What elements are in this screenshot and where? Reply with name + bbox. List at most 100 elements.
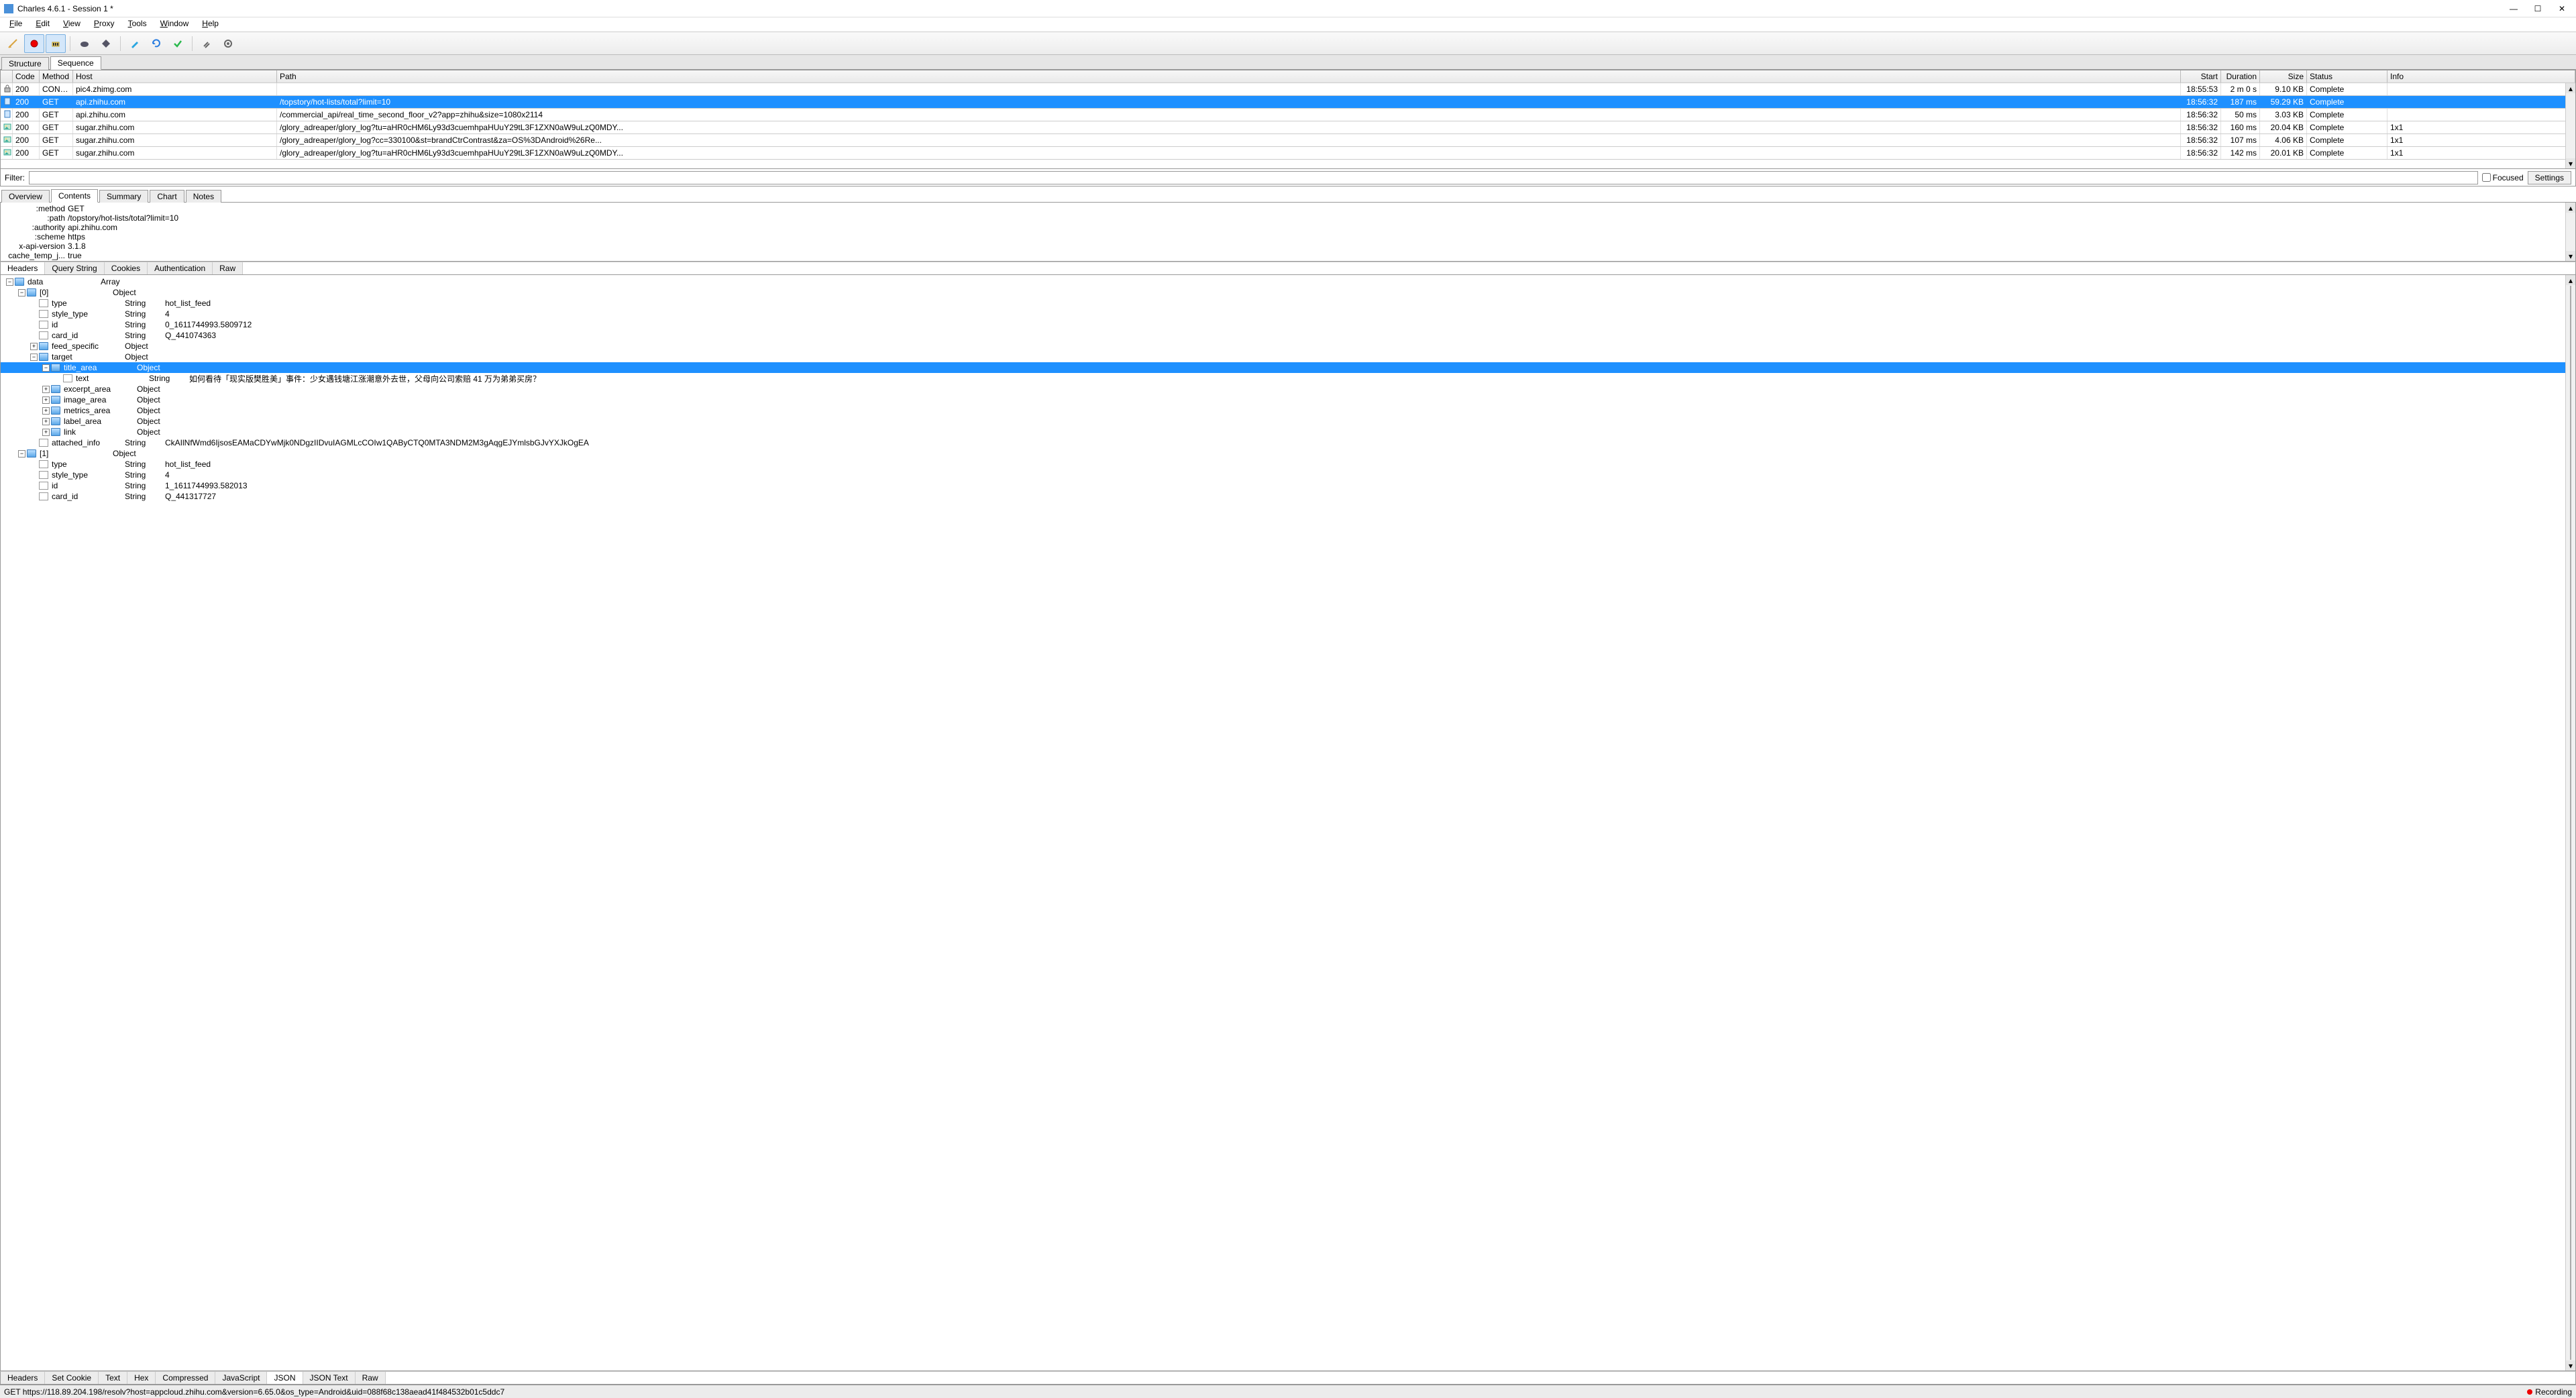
detail-tab-notes[interactable]: Notes	[186, 190, 221, 203]
focused-checkbox-label[interactable]: Focused	[2482, 173, 2524, 182]
table-row[interactable]: 200GETsugar.zhihu.com/glory_adreaper/glo…	[1, 121, 2575, 134]
expand-toggle[interactable]: +	[30, 343, 38, 350]
expand-toggle[interactable]: +	[42, 418, 50, 425]
expand-toggle[interactable]: +	[42, 429, 50, 436]
tree-node[interactable]: +metrics_areaObject	[1, 405, 2575, 416]
subtab-query-string[interactable]: Query String	[45, 262, 104, 274]
record-button[interactable]	[24, 34, 44, 53]
pen-icon[interactable]	[125, 34, 145, 53]
tree-node[interactable]: typeStringhot_list_feed	[1, 459, 2575, 470]
col-method[interactable]: Method	[40, 70, 73, 83]
headers-scrollbar[interactable]: ▴ ▾	[2565, 203, 2575, 261]
expand-toggle[interactable]: +	[42, 407, 50, 415]
detail-tab-chart[interactable]: Chart	[150, 190, 184, 203]
body-subtab-compressed[interactable]: Compressed	[156, 1372, 215, 1384]
detail-tab-overview[interactable]: Overview	[1, 190, 50, 203]
scroll-up-icon[interactable]: ▴	[2566, 203, 2575, 213]
settings-icon[interactable]	[218, 34, 238, 53]
tree-node[interactable]: style_typeString4	[1, 309, 2575, 319]
tools-icon[interactable]	[197, 34, 217, 53]
tree-node[interactable]: idString0_1611744993.5809712	[1, 319, 2575, 330]
tree-node[interactable]: +linkObject	[1, 427, 2575, 437]
tree-node[interactable]: −dataArray	[1, 276, 2575, 287]
body-subtab-json-text[interactable]: JSON Text	[303, 1372, 356, 1384]
table-row[interactable]: 200CONNECTpic4.zhimg.com18:55:532 m 0 s9…	[1, 83, 2575, 96]
breakpoints-icon[interactable]	[96, 34, 116, 53]
expand-toggle[interactable]: +	[42, 386, 50, 393]
tree-node[interactable]: +feed_specificObject	[1, 341, 2575, 352]
table-scrollbar[interactable]: ▴ ▾	[2565, 83, 2575, 168]
col-start[interactable]: Start	[2181, 70, 2221, 83]
body-subtab-javascript[interactable]: JavaScript	[215, 1372, 267, 1384]
tree-node[interactable]: +label_areaObject	[1, 416, 2575, 427]
body-subtab-hex[interactable]: Hex	[127, 1372, 156, 1384]
tree-node[interactable]: +image_areaObject	[1, 394, 2575, 405]
expand-toggle[interactable]: −	[6, 278, 13, 286]
menu-help[interactable]: Help	[195, 17, 225, 32]
expand-toggle[interactable]: −	[18, 450, 25, 458]
tree-node[interactable]: −[0]Object	[1, 287, 2575, 298]
expand-toggle[interactable]: −	[42, 364, 50, 372]
col-icon[interactable]	[1, 70, 13, 83]
scroll-down-icon[interactable]: ▾	[2566, 1360, 2575, 1370]
menu-window[interactable]: Window	[154, 17, 196, 32]
tree-node[interactable]: card_idStringQ_441317727	[1, 491, 2575, 502]
maximize-button[interactable]: ☐	[2532, 3, 2544, 15]
scroll-down-icon[interactable]: ▾	[2566, 251, 2575, 261]
table-row[interactable]: 200GETapi.zhihu.com/commercial_api/real_…	[1, 109, 2575, 121]
body-subtab-text[interactable]: Text	[99, 1372, 127, 1384]
col-code[interactable]: Code	[13, 70, 40, 83]
close-button[interactable]: ✕	[2556, 3, 2568, 15]
focused-checkbox[interactable]	[2482, 173, 2491, 182]
tab-structure[interactable]: Structure	[1, 57, 49, 70]
broom-icon[interactable]	[3, 34, 23, 53]
tree-scrollbar[interactable]: ▴ ▾	[2565, 275, 2575, 1370]
col-duration[interactable]: Duration	[2221, 70, 2260, 83]
expand-toggle[interactable]: −	[18, 289, 25, 297]
col-host[interactable]: Host	[73, 70, 277, 83]
scrollbar-thumb[interactable]	[2570, 286, 2571, 1360]
table-row[interactable]: 200GETsugar.zhihu.com/glory_adreaper/glo…	[1, 134, 2575, 147]
col-size[interactable]: Size	[2260, 70, 2307, 83]
throttle-button[interactable]	[46, 34, 66, 53]
tree-node[interactable]: −title_areaObject	[1, 362, 2575, 373]
body-subtab-raw[interactable]: Raw	[356, 1372, 386, 1384]
tree-node[interactable]: attached_infoStringCkAIlNfWmd6IjsosEAMaC…	[1, 437, 2575, 448]
scroll-up-icon[interactable]: ▴	[2566, 275, 2575, 285]
table-row[interactable]: 200GETsugar.zhihu.com/glory_adreaper/glo…	[1, 147, 2575, 160]
menu-tools[interactable]: Tools	[121, 17, 154, 32]
menu-file[interactable]: File	[3, 17, 29, 32]
filter-settings-button[interactable]: Settings	[2528, 171, 2571, 184]
scroll-up-icon[interactable]: ▴	[2566, 83, 2575, 93]
subtab-cookies[interactable]: Cookies	[105, 262, 148, 274]
tree-node[interactable]: typeStringhot_list_feed	[1, 298, 2575, 309]
scroll-down-icon[interactable]: ▾	[2566, 158, 2575, 168]
col-status[interactable]: Status	[2307, 70, 2387, 83]
tree-node[interactable]: style_typeString4	[1, 470, 2575, 480]
menu-edit[interactable]: Edit	[29, 17, 56, 32]
minimize-button[interactable]: —	[2508, 3, 2520, 15]
subtab-raw[interactable]: Raw	[213, 262, 243, 274]
detail-tab-contents[interactable]: Contents	[51, 189, 98, 203]
subtab-headers[interactable]: Headers	[1, 262, 45, 274]
tree-node[interactable]: idString1_1611744993.582013	[1, 480, 2575, 491]
menu-view[interactable]: View	[56, 17, 87, 32]
subtab-authentication[interactable]: Authentication	[148, 262, 213, 274]
expand-toggle[interactable]: −	[30, 354, 38, 361]
col-info[interactable]: Info	[2387, 70, 2575, 83]
tab-sequence[interactable]: Sequence	[50, 56, 101, 70]
table-row[interactable]: 200GETapi.zhihu.com/topstory/hot-lists/t…	[1, 96, 2575, 109]
body-subtab-json[interactable]: JSON	[267, 1372, 303, 1384]
col-path[interactable]: Path	[277, 70, 2181, 83]
tree-node[interactable]: textString如何看待「现实版樊胜美」事件：少女遇钱塘江涨潮意外去世，父母…	[1, 373, 2575, 384]
tree-node[interactable]: +excerpt_areaObject	[1, 384, 2575, 394]
turtle-icon[interactable]	[74, 34, 95, 53]
tree-node[interactable]: card_idStringQ_441074363	[1, 330, 2575, 341]
expand-toggle[interactable]: +	[42, 396, 50, 404]
check-icon[interactable]	[168, 34, 188, 53]
body-subtab-set-cookie[interactable]: Set Cookie	[45, 1372, 99, 1384]
menu-proxy[interactable]: Proxy	[87, 17, 121, 32]
detail-tab-summary[interactable]: Summary	[99, 190, 148, 203]
body-subtab-headers[interactable]: Headers	[1, 1372, 45, 1384]
repeat-icon[interactable]	[146, 34, 166, 53]
